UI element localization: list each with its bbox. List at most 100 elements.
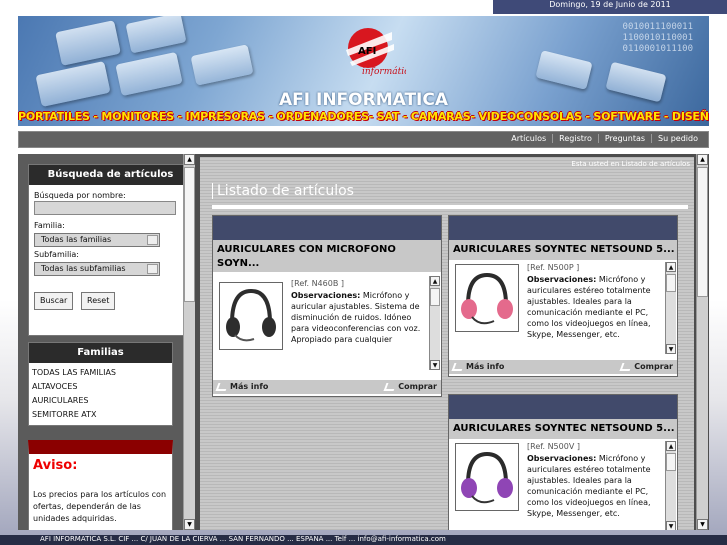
keyboard-key-image [535,50,593,90]
product-ref: [Ref. N460B ] [291,279,344,288]
keyboard-key-image [55,20,121,66]
content-panel: Esta usted en Listado de artículos Lista… [200,157,694,530]
product-cap [213,216,441,240]
scroll-down-icon[interactable]: ▼ [697,519,708,530]
scroll-up-icon[interactable]: ▲ [666,262,676,272]
product-name[interactable]: AURICULARES SOYNTEC NETSOUND 5... [449,419,677,439]
search-panel-title: Búsqueda de artículos [29,165,192,185]
scroll-down-icon[interactable]: ▼ [430,360,440,370]
product-card: AURICULARES SOYNTEC NETSOUND 5... [Ref. … [448,394,678,530]
nav-registro[interactable]: Registro [552,134,598,143]
site-banner: 0010011100011 1100010110001 0110001011100 … [18,16,709,126]
keyboard-key-image [125,16,187,54]
scroll-up-icon[interactable]: ▲ [184,154,195,165]
family-item[interactable]: SEMITORRE ATX [29,408,172,422]
nav-articulos[interactable]: Artículos [505,134,552,143]
scroll-down-icon[interactable]: ▼ [666,344,676,354]
dropdown-arrow-icon [147,264,158,274]
product-ref: [Ref. N500V ] [527,442,580,451]
product-image[interactable] [219,282,283,350]
reset-button[interactable]: Reset [81,292,116,310]
buy-link[interactable]: Comprar [619,362,673,371]
scroll-up-icon[interactable]: ▲ [697,154,708,165]
observations-text: Micrófono y auriculares estéreo totalmen… [527,454,651,518]
content-scrollbar[interactable]: ▲ ▼ [696,154,708,530]
name-search-input[interactable] [34,201,176,215]
scroll-down-icon[interactable]: ▼ [184,519,195,530]
page-footer: AFI INFORMATICA S.L. CIF ... C/ JUAN DE … [0,535,727,545]
breadcrumb: Esta usted en Listado de artículos [571,160,690,168]
product-cap [449,216,677,240]
product-body: [Ref. N500V ] Observaciones: Micrófono y… [449,439,677,530]
family-label: Familia: [34,221,65,230]
notice-panel: Aviso: Los precios para los artículos co… [28,440,173,530]
family-item[interactable]: ALTAVOCES [29,380,172,394]
arrow-icon [451,362,465,371]
scroll-up-icon[interactable]: ▲ [430,276,440,286]
arrow-icon [619,362,633,371]
product-body: [Ref. N500P ] Observaciones: Micrófono y… [449,260,677,358]
dropdown-arrow-icon [147,235,158,245]
nav-su-pedido[interactable]: Su pedido [651,134,704,143]
family-select-value: Todas las familias [41,235,112,244]
observations-label: Observaciones: [291,291,361,300]
product-image[interactable] [455,443,519,511]
product-name[interactable]: AURICULARES SOYNTEC NETSOUND 5... [449,240,677,260]
product-description: [Ref. N460B ] Observaciones: Micrófono y… [291,278,427,374]
family-item[interactable]: TODAS LAS FAMILIAS [29,366,172,380]
product-footer: Más info Comprar [449,360,677,374]
headset-image-icon [226,288,276,342]
headset-image-icon [461,272,513,325]
headset-image-icon [461,451,513,504]
observations-label: Observaciones: [527,454,597,463]
notice-text: Los precios para los artículos con ofert… [33,490,167,523]
scroll-thumb[interactable] [697,167,708,297]
families-title: Familias [29,343,172,363]
name-search-label: Búsqueda por nombre: [34,191,126,200]
current-date: Domingo, 19 de Junio de 2011 [549,0,671,9]
search-button[interactable]: Buscar [34,292,74,310]
sidebar-scrollbar[interactable]: ▲ ▼ [183,154,195,530]
family-select[interactable]: Todas las familias [34,233,160,247]
subfamily-label: Subfamilia: [34,250,80,259]
main-area: Búsqueda de artículos Búsqueda por nombr… [18,154,709,530]
product-card: AURICULARES SOYNTEC NETSOUND 5... [Ref. … [448,215,678,377]
nav-preguntas[interactable]: Preguntas [597,134,651,143]
notice-title: Aviso: [33,458,78,473]
families-panel: Familias TODAS LAS FAMILIAS ALTAVOCES AU… [28,342,173,426]
arrow-icon [383,382,397,391]
scroll-thumb[interactable] [666,453,676,471]
scroll-down-icon[interactable]: ▼ [666,521,676,530]
site-title: AFI INFORMATICA [278,90,449,110]
scroll-thumb[interactable] [666,274,676,292]
date-bar: Domingo, 19 de Junio de 2011 [493,0,727,14]
sidebar: Búsqueda de artículos Búsqueda por nombr… [18,154,193,530]
product-description: [Ref. N500V ] Observaciones: Micrófono y… [527,441,663,530]
product-cap [449,395,677,419]
top-navigation: Artículos Registro Preguntas Su pedido [18,131,709,148]
scroll-thumb[interactable] [430,288,440,306]
description-scrollbar[interactable]: ▲ ▼ [665,262,676,354]
subfamily-select[interactable]: Todas las subfamilias [34,262,160,276]
category-strip[interactable]: PORTATILES - MONITORES - IMPRESORAS - OR… [18,110,709,123]
more-info-link[interactable]: Más info [215,382,268,391]
scroll-thumb[interactable] [184,167,195,302]
subfamily-select-value: Todas las subfamilias [41,264,126,273]
product-body: [Ref. N460B ] Observaciones: Micrófono y… [213,274,441,378]
keyboard-key-image [190,44,254,86]
more-info-link[interactable]: Más info [451,362,504,371]
family-item[interactable]: AURICULARES [29,394,172,408]
product-name[interactable]: AURICULARES CON MICROFONO SOYN... [213,240,441,272]
product-image[interactable] [455,264,519,332]
description-scrollbar[interactable]: ▲ ▼ [429,276,440,370]
binary-decoration: 0010011100011 1100010110001 0110001011100 [622,22,693,54]
scroll-up-icon[interactable]: ▲ [666,441,676,451]
page-title: Listado de artículos [212,183,354,199]
arrow-icon [215,382,229,391]
product-description: [Ref. N500P ] Observaciones: Micrófono y… [527,262,663,356]
buy-link[interactable]: Comprar [383,382,437,391]
product-footer: Más info Comprar [213,380,441,394]
product-ref: [Ref. N500P ] [527,263,580,272]
title-divider [212,205,688,209]
description-scrollbar[interactable]: ▲ ▼ [665,441,676,530]
